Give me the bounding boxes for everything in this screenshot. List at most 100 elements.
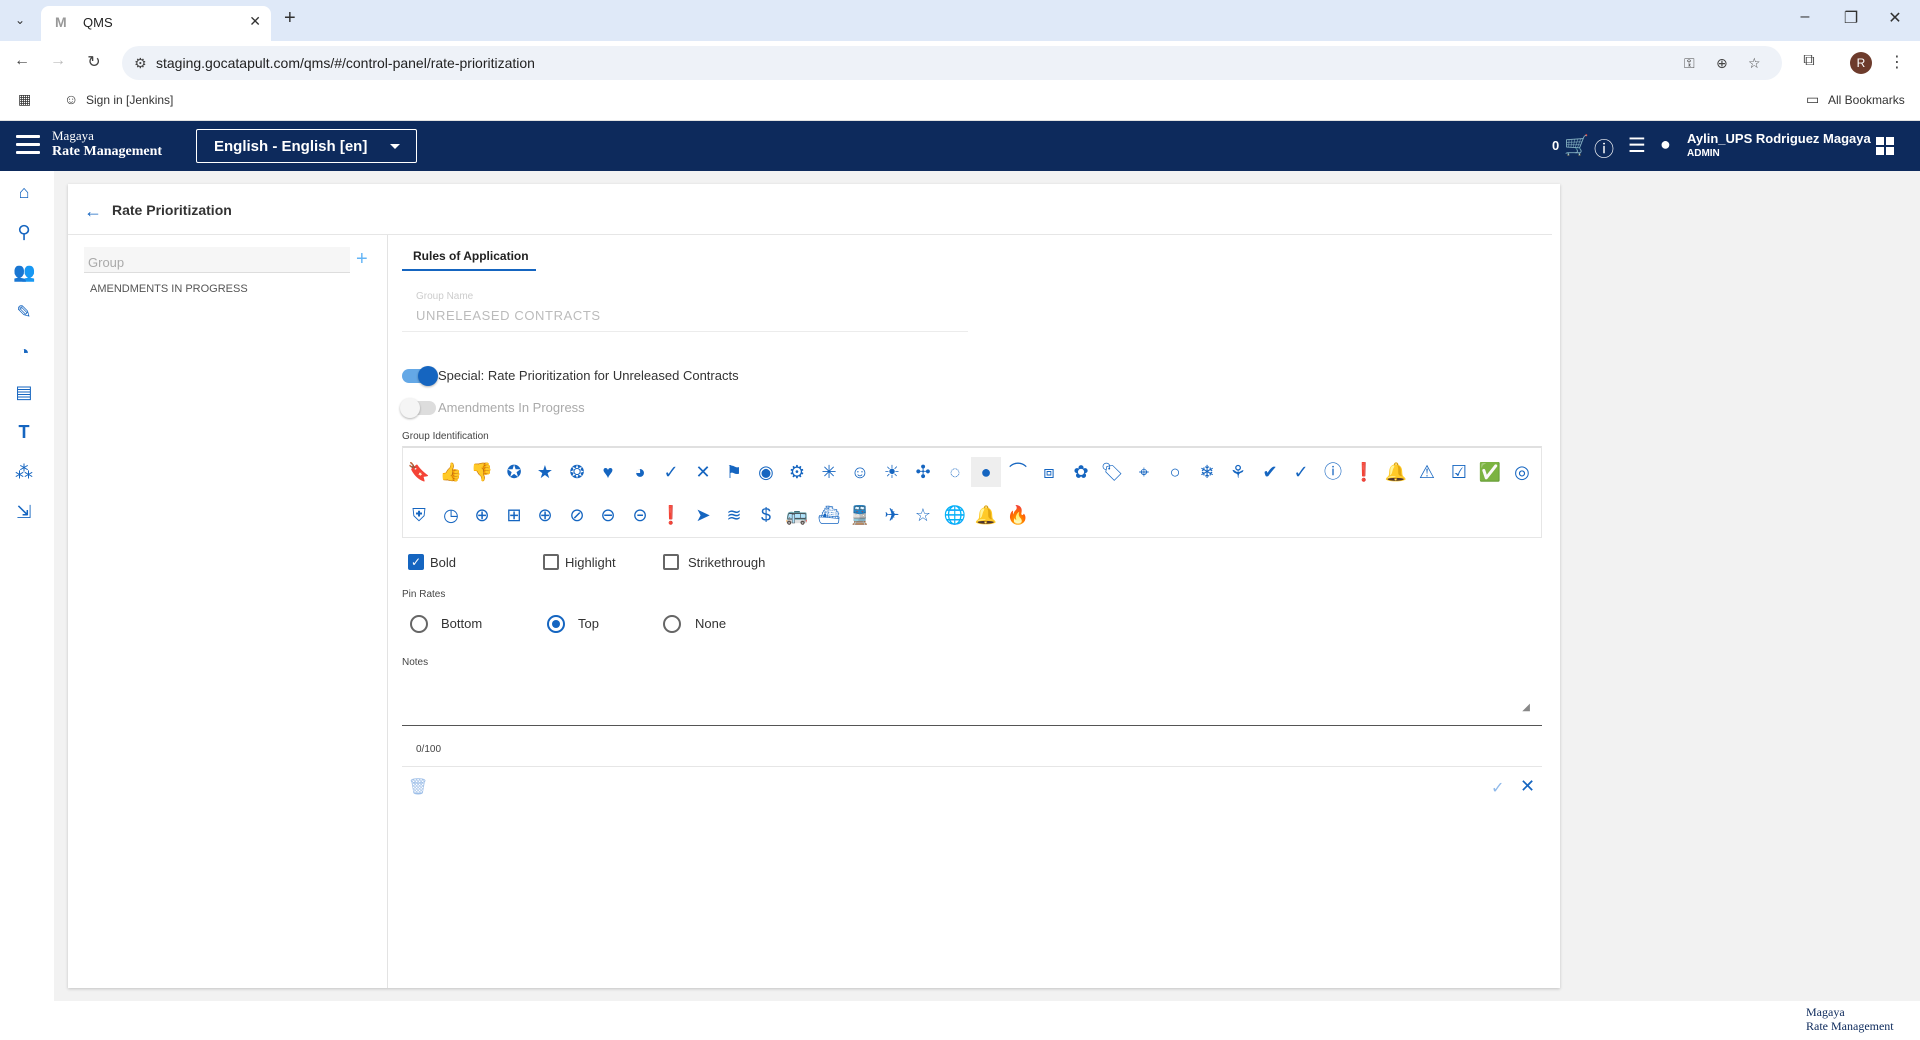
user-icon[interactable]: ●	[1660, 134, 1671, 155]
strikethrough-checkbox[interactable]	[663, 554, 679, 570]
minimize-icon[interactable]: –	[1790, 8, 1820, 26]
user-name[interactable]: Aylin_UPS Rodriguez Magaya	[1687, 131, 1871, 146]
check-circle-icon[interactable]: ✅	[1475, 457, 1505, 487]
pie-icon[interactable]: ◕	[625, 457, 655, 487]
cancel-icon[interactable]: ⊘	[562, 500, 592, 530]
site-info-icon[interactable]: ⚙	[134, 55, 147, 72]
tab-search-icon[interactable]: ⌄	[10, 10, 30, 30]
badge-icon[interactable]: ✿	[1066, 457, 1096, 487]
plus-circle-outline-icon[interactable]: ⊕	[530, 500, 560, 530]
help-icon[interactable]: ⓘ	[1594, 133, 1614, 162]
url-field[interactable]: ⚙ staging.gocatapult.com/qms/#/control-p…	[122, 46, 1782, 80]
double-check-icon[interactable]: ✔	[1255, 457, 1285, 487]
highlight-checkbox[interactable]	[543, 554, 559, 570]
reload-icon[interactable]: ↻	[83, 52, 105, 72]
radio-target-icon[interactable]: ◉	[751, 457, 781, 487]
browser-menu-icon[interactable]: ⋮	[1886, 52, 1908, 72]
group-circle-icon[interactable]: ❂	[562, 457, 592, 487]
new-tab-icon[interactable]: +	[284, 7, 296, 30]
bookmark-icon[interactable]: 🔖	[404, 457, 434, 487]
send-icon[interactable]: ➤	[688, 500, 718, 530]
forward-icon[interactable]: →	[47, 52, 69, 70]
tab-rules-of-application[interactable]: Rules of Application	[402, 245, 536, 271]
warning-icon[interactable]: ⚠	[1412, 457, 1442, 487]
dotted-circle-icon[interactable]: ◌	[940, 457, 970, 487]
back-icon[interactable]: ←	[11, 52, 33, 70]
bookmark-jenkins[interactable]: Sign in [Jenkins]	[86, 93, 173, 107]
shield-check-icon[interactable]: ⛨	[404, 500, 434, 530]
notifications-icon[interactable]: ☰	[1628, 133, 1646, 158]
app-switcher-icon[interactable]	[1876, 137, 1894, 155]
group-name-field[interactable]: UNRELEASED CONTRACTS	[416, 308, 601, 323]
thumbs-down-icon[interactable]: 👎	[467, 457, 497, 487]
profile-avatar[interactable]: R	[1850, 52, 1872, 74]
messages-icon[interactable]: ▤	[13, 381, 35, 403]
text-icon[interactable]: T	[13, 421, 35, 443]
flag-icon[interactable]: ⚑	[719, 457, 749, 487]
fan-icon[interactable]: ✣	[908, 457, 938, 487]
snowflake-icon[interactable]: ❄	[1192, 457, 1222, 487]
pin-bottom-radio[interactable]	[410, 615, 428, 633]
window-close-icon[interactable]: ✕	[1880, 8, 1910, 28]
heart-icon[interactable]: ♥	[593, 457, 623, 487]
cards-icon[interactable]: ⧈	[1034, 457, 1064, 487]
plus-circle-icon[interactable]: ⊕	[467, 500, 497, 530]
plant-icon[interactable]: ⚘	[1223, 457, 1253, 487]
export-icon[interactable]: ⇲	[13, 501, 35, 523]
back-arrow-icon[interactable]: ←	[84, 201, 102, 222]
gear-icon[interactable]: ⚙	[782, 457, 812, 487]
dollar-icon[interactable]: $	[751, 500, 781, 530]
alert-circle-outline-icon[interactable]: ⓘ	[1318, 457, 1348, 487]
close-tab-icon[interactable]: ✕	[249, 13, 261, 30]
cancel-x-icon[interactable]: ✕	[1520, 776, 1535, 797]
special-toggle[interactable]	[402, 366, 438, 386]
bus-clock-icon[interactable]: 🚌	[782, 500, 812, 530]
star-icon[interactable]: ★	[530, 457, 560, 487]
exclamation-circle-icon[interactable]: ❗	[656, 500, 686, 530]
bell-alert-icon[interactable]: 🔔	[1381, 457, 1411, 487]
star-circle-icon[interactable]: ✪	[499, 457, 529, 487]
circle-filled-icon[interactable]: ●	[971, 457, 1001, 487]
password-key-icon[interactable]: ⚿	[1684, 55, 1695, 72]
sun-icon[interactable]: ☀	[877, 457, 907, 487]
resize-handle-icon[interactable]: ◢	[1522, 702, 1530, 713]
clock-icon[interactable]: ◷	[436, 500, 466, 530]
search-icon[interactable]: ⚲	[13, 221, 35, 243]
browser-tab[interactable]: M QMS ✕	[41, 6, 271, 41]
thumbs-up-icon[interactable]: 👍	[436, 457, 466, 487]
pin-none-radio[interactable]	[663, 615, 681, 633]
users-icon[interactable]: 👥	[13, 261, 35, 283]
notes-textarea[interactable]: ◢	[402, 670, 1542, 726]
pie-chart-icon[interactable]: ◔	[13, 341, 35, 363]
save-check-icon[interactable]: ✓	[1491, 778, 1504, 798]
add-group-icon[interactable]: +	[356, 248, 368, 271]
plus-box-icon[interactable]: ⊞	[499, 500, 529, 530]
alert-circle-icon[interactable]: ❗	[1349, 457, 1379, 487]
bookmark-star-icon[interactable]: ☆	[1748, 55, 1761, 72]
rainbow-icon[interactable]: ⌒	[1003, 457, 1033, 487]
group-list-item[interactable]: AMENDMENTS IN PROGRESS	[90, 283, 248, 295]
language-select[interactable]: English - English [en]	[196, 129, 417, 163]
x-icon[interactable]: ✕	[688, 457, 718, 487]
pin-top-radio[interactable]	[547, 615, 565, 633]
restore-icon[interactable]: ❐	[1836, 8, 1866, 28]
home-icon[interactable]: ⌂	[13, 181, 35, 203]
minus-circle-outline-icon[interactable]: ⊝	[625, 500, 655, 530]
hierarchy-icon[interactable]: ⁂	[13, 461, 35, 483]
bell-ring-icon[interactable]: 🔔	[971, 500, 1001, 530]
smiley-icon[interactable]: ☺	[845, 457, 875, 487]
extensions-icon[interactable]: ⧉	[1798, 52, 1820, 70]
menu-icon[interactable]	[16, 135, 40, 155]
edit-document-icon[interactable]: ✎	[13, 301, 35, 323]
fire-icon[interactable]: 🔥	[1003, 500, 1033, 530]
all-bookmarks[interactable]: All Bookmarks	[1828, 93, 1905, 107]
train-icon[interactable]: 🚆	[845, 500, 875, 530]
amendments-toggle[interactable]	[400, 398, 436, 418]
ship-icon[interactable]: ⛴	[814, 500, 844, 530]
zoom-icon[interactable]: ⊕	[1716, 55, 1728, 72]
waves-icon[interactable]: ≋	[719, 500, 749, 530]
globe-icon[interactable]: 🌐	[940, 500, 970, 530]
star-outline-icon[interactable]: ☆	[908, 500, 938, 530]
ring-icon[interactable]: ○	[1160, 457, 1190, 487]
cart-icon[interactable]: 🛒	[1564, 133, 1589, 158]
